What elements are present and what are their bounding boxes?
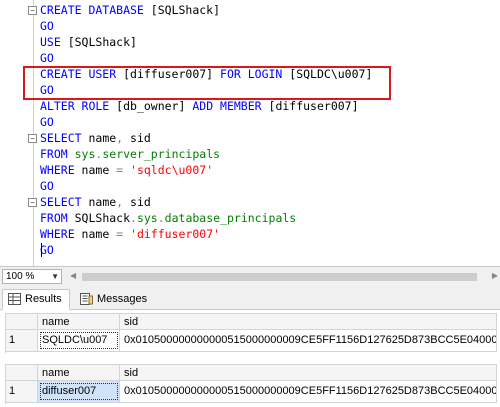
- code-line[interactable]: SELECT name, sid: [40, 130, 151, 146]
- code-token: SQLShack: [74, 211, 131, 225]
- horizontal-scrollbar[interactable]: ◀ ▶: [70, 271, 498, 283]
- grid-left-border: [5, 364, 6, 404]
- results-grid-1[interactable]: name sid 1 SQLDC\u007 0x0105000000000005…: [5, 313, 497, 353]
- code-line[interactable]: GO: [40, 242, 54, 258]
- row-number-header: [5, 314, 38, 329]
- tab-messages[interactable]: Messages: [74, 289, 156, 310]
- text-caret: [41, 243, 42, 257]
- code-token: 'sqldc\u007': [130, 163, 214, 177]
- code-line[interactable]: WHERE name = 'sqldc\u007': [40, 162, 213, 178]
- code-token: server_principals: [102, 147, 221, 161]
- name-cell[interactable]: diffuser007: [38, 381, 120, 402]
- code-token: SELECT: [40, 195, 89, 209]
- zoom-value: 100 %: [6, 271, 35, 282]
- code-token: [diffuser007]: [268, 99, 359, 113]
- sid-cell[interactable]: 0x010500000000000515000000009CE5FF1156D1…: [120, 381, 497, 402]
- code-token: ,: [116, 131, 131, 145]
- code-line[interactable]: GO: [40, 50, 54, 66]
- collapse-icon[interactable]: −: [28, 198, 37, 207]
- code-token: sys: [136, 211, 158, 225]
- code-token: sid: [130, 195, 151, 209]
- results-grid-icon: [8, 293, 21, 305]
- sql-editor[interactable]: CREATE DATABASE [SQLShack] GO USE [SQLShac…: [0, 0, 500, 266]
- code-line[interactable]: CREATE DATABASE [SQLShack]: [40, 2, 220, 18]
- code-token: ALTER ROLE: [40, 99, 117, 113]
- code-token: USE: [40, 35, 68, 49]
- code-token: FROM: [40, 147, 75, 161]
- code-token: SELECT: [40, 131, 89, 145]
- name-cell[interactable]: SQLDC\u007: [38, 330, 120, 351]
- code-token: name: [81, 227, 117, 241]
- messages-icon: [80, 293, 93, 305]
- table-row[interactable]: 1 diffuser007 0x010500000000000515000000…: [5, 381, 497, 403]
- code-token: GO: [40, 19, 54, 33]
- code-token: GO: [40, 51, 54, 65]
- row-number: 1: [5, 381, 38, 402]
- code-token: =: [116, 227, 131, 241]
- code-token: [SQLShack]: [67, 35, 137, 49]
- code-token: [db_owner]: [116, 99, 193, 113]
- code-line[interactable]: FROM sys.server_principals: [40, 146, 220, 162]
- code-token: [SQLShack]: [150, 3, 221, 17]
- code-token: =: [116, 163, 131, 177]
- column-header-name[interactable]: name: [38, 314, 120, 329]
- grid-header-row: name sid: [5, 313, 497, 330]
- code-line[interactable]: WHERE name = 'diffuser007': [40, 226, 220, 242]
- code-token: ADD MEMBER: [192, 99, 269, 113]
- chevron-down-icon[interactable]: ▼: [51, 270, 59, 283]
- code-token: name: [81, 163, 117, 177]
- code-token: GO: [40, 115, 54, 129]
- zoom-select[interactable]: 100 % ▼: [2, 269, 62, 284]
- code-token: sys: [74, 147, 96, 161]
- code-token: GO: [40, 179, 54, 193]
- collapse-icon[interactable]: −: [28, 6, 37, 15]
- collapse-icon[interactable]: −: [28, 134, 37, 143]
- code-token: 'diffuser007': [130, 227, 221, 241]
- highlight-box-create-user: [23, 66, 391, 100]
- code-token: database_principals: [164, 211, 297, 225]
- code-token: ,: [116, 195, 131, 209]
- row-number-header: [5, 365, 38, 380]
- code-line[interactable]: GO: [40, 178, 54, 194]
- code-line[interactable]: ALTER ROLE [db_owner] ADD MEMBER [diffus…: [40, 98, 359, 114]
- grid-header-row: name sid: [5, 364, 497, 381]
- table-row[interactable]: 1 SQLDC\u007 0x0105000000000005150000000…: [5, 330, 497, 352]
- code-token: .: [130, 211, 137, 225]
- sid-cell[interactable]: 0x010500000000000515000000009CE5FF1156D1…: [120, 330, 497, 351]
- code-token: CREATE DATABASE: [40, 3, 151, 17]
- code-token: name: [88, 195, 117, 209]
- code-token: FROM: [40, 211, 75, 225]
- code-token: name: [88, 131, 117, 145]
- column-header-sid[interactable]: sid: [120, 314, 497, 329]
- code-line[interactable]: FROM SQLShack.sys.database_principals: [40, 210, 296, 226]
- code-token: WHERE: [40, 227, 82, 241]
- results-grid-2[interactable]: name sid 1 diffuser007 0x010500000000000…: [5, 364, 497, 404]
- scroll-left-icon[interactable]: ◀: [70, 271, 76, 280]
- results-tabs: Results Messages: [0, 286, 500, 310]
- column-header-sid[interactable]: sid: [120, 365, 497, 380]
- code-token: WHERE: [40, 163, 82, 177]
- results-pane: name sid 1 SQLDC\u007 0x0105000000000005…: [0, 310, 500, 407]
- tab-messages-label: Messages: [97, 293, 148, 305]
- tab-results-label: Results: [25, 293, 62, 305]
- grid-left-border: [5, 313, 6, 353]
- row-number: 1: [5, 330, 38, 351]
- code-line[interactable]: GO: [40, 114, 54, 130]
- scroll-right-icon[interactable]: ▶: [492, 271, 498, 280]
- editor-status-bar: 100 % ▼ ◀ ▶: [0, 266, 500, 286]
- code-line[interactable]: SELECT name, sid: [40, 194, 151, 210]
- code-token: sid: [130, 131, 151, 145]
- outline-gutter: [33, 0, 34, 266]
- code-line[interactable]: GO: [40, 18, 54, 34]
- tab-results[interactable]: Results: [2, 289, 70, 310]
- scrollbar-thumb[interactable]: [82, 273, 477, 281]
- code-token: .: [157, 211, 165, 225]
- column-header-name[interactable]: name: [38, 365, 120, 380]
- code-token: GO: [40, 243, 54, 257]
- code-line[interactable]: USE [SQLShack]: [40, 34, 137, 50]
